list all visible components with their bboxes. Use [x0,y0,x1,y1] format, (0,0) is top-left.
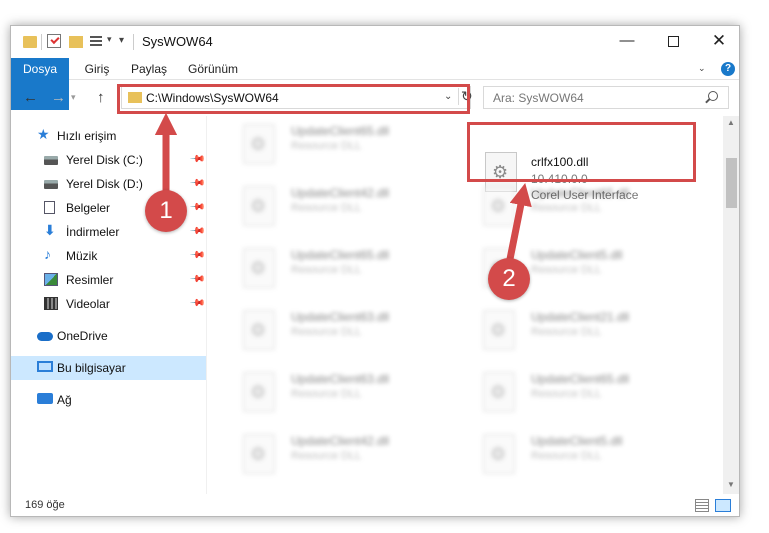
annotation-arrows [154,112,532,265]
step-badge-2: 2 [488,258,530,300]
step-badge-1: 1 [145,190,187,232]
arrow-2 [505,183,532,265]
